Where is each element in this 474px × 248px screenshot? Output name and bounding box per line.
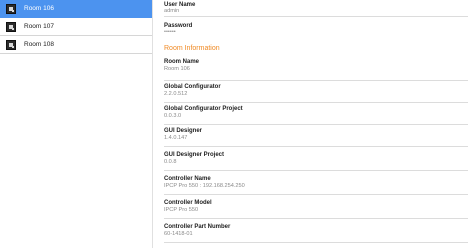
room-sidebar: Room 106 Room 107 Room 108 bbox=[0, 0, 153, 248]
controller-part-number-field: Controller Part Number 60-1418-01 bbox=[164, 222, 468, 243]
controller-model-value: IPCP Pro 550 bbox=[164, 207, 199, 213]
room-item-107[interactable]: Room 107 bbox=[0, 18, 152, 36]
room-device-icon bbox=[6, 4, 16, 14]
password-value[interactable]: •••••• bbox=[164, 28, 176, 36]
controller-part-number-value: 60-1418-01 bbox=[164, 231, 193, 237]
room-item-106[interactable]: Room 106 bbox=[0, 0, 152, 18]
room-item-label: Room 106 bbox=[24, 5, 54, 12]
controller-model-field: Controller Model IPCP Pro 550 bbox=[164, 198, 468, 219]
global-configurator-project-value: 0.0.3.0 bbox=[164, 113, 182, 119]
gui-designer-field: GUI Designer 1.4.0.147 bbox=[164, 126, 468, 147]
gui-designer-value: 1.4.0.147 bbox=[164, 135, 188, 141]
room-device-icon bbox=[6, 22, 16, 32]
room-name-value: Room 106 bbox=[164, 66, 190, 72]
global-configurator-project-field: Global Configurator Project 0.0.3.0 bbox=[164, 104, 468, 125]
app-window: Room 106 Room 107 Room 108 User Name adm… bbox=[0, 0, 474, 248]
password-field[interactable]: Password •••••• bbox=[164, 21, 468, 38]
room-information-title: Room Information bbox=[164, 45, 220, 52]
controller-name-value: IPCP Pro 550 : 192.168.254.250 bbox=[164, 183, 245, 189]
global-configurator-value: 2.2.0.512 bbox=[164, 91, 188, 97]
room-name-field: Room Name Room 106 bbox=[164, 57, 468, 81]
gui-designer-project-value: 0.0.8 bbox=[164, 159, 177, 165]
user-name-value[interactable]: admin bbox=[164, 7, 179, 15]
room-item-108[interactable]: Room 108 bbox=[0, 36, 152, 54]
gui-designer-project-field: GUI Designer Project 0.0.8 bbox=[164, 150, 468, 171]
controller-name-field: Controller Name IPCP Pro 550 : 192.168.2… bbox=[164, 174, 468, 195]
room-item-label: Room 108 bbox=[24, 41, 54, 48]
user-name-field[interactable]: User Name admin bbox=[164, 0, 468, 17]
global-configurator-field: Global Configurator 2.2.0.512 bbox=[164, 82, 468, 103]
room-device-icon bbox=[6, 40, 16, 50]
room-item-label: Room 107 bbox=[24, 23, 54, 30]
